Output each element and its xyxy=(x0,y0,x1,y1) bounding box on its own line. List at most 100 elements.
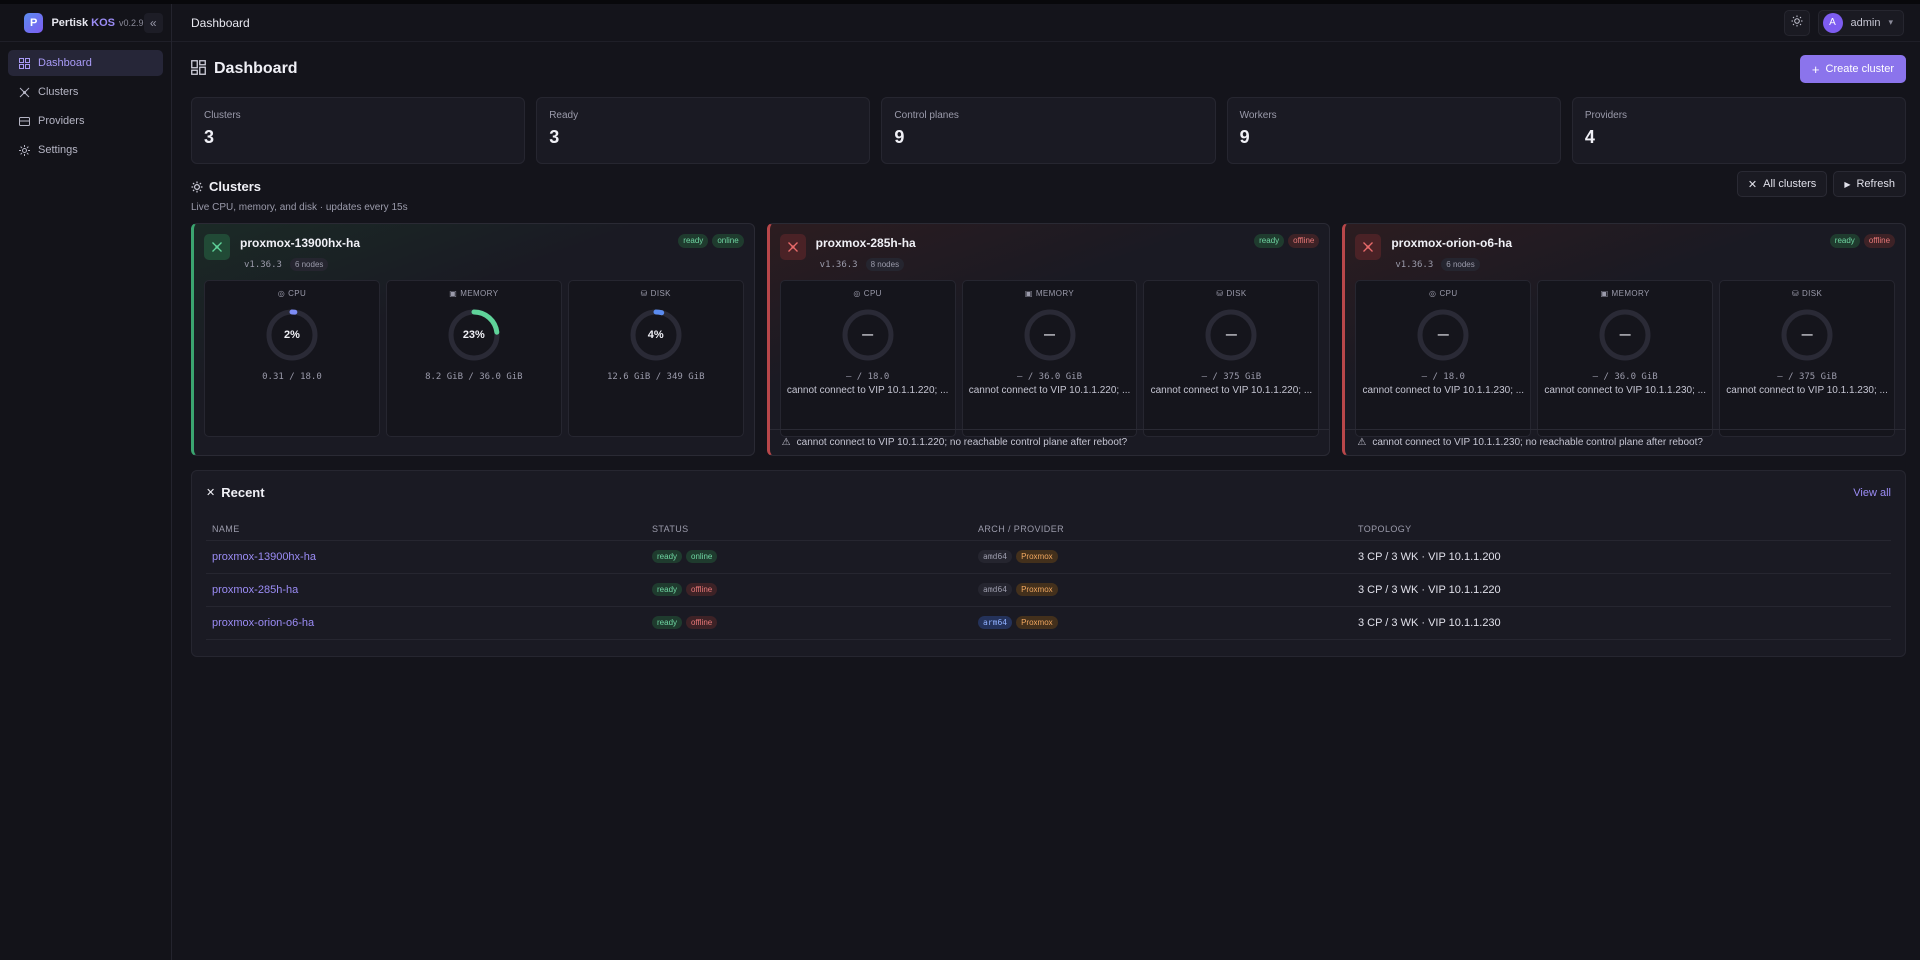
cpu-icon: ◎ xyxy=(853,289,861,298)
cluster-card[interactable]: proxmox-13900hx-ha v1.36.3 6 nodes ready… xyxy=(191,223,755,456)
topbar: Dashboard A admin ▾ xyxy=(172,4,1920,42)
chevrons-left-icon: « xyxy=(149,15,157,30)
provider-badge: Proxmox xyxy=(1016,550,1058,563)
metric-label: CPU xyxy=(1439,289,1458,298)
sidebar-item-settings[interactable]: Settings xyxy=(8,137,163,163)
metric-value: 2% xyxy=(283,329,300,341)
column-header-topology[interactable]: TOPOLOGY xyxy=(1352,518,1891,541)
sidebar-item-label: Dashboard xyxy=(38,57,92,69)
table-row[interactable]: proxmox-orion-o6-ha ready offline arm64 … xyxy=(206,606,1891,640)
all-clusters-button[interactable]: ✕ All clusters xyxy=(1736,171,1828,197)
metric-usage: — / 36.0 GiB xyxy=(1592,372,1658,382)
cluster-link[interactable]: proxmox-285h-ha xyxy=(212,584,298,596)
arch-badge: amd64 xyxy=(978,550,1013,563)
metric-donut: — xyxy=(1202,306,1260,364)
column-header-arch-provider[interactable]: ARCH / PROVIDER xyxy=(972,518,1352,541)
metric-cpu: ◎ CPU — — / 18.0 cannot connect to VIP 1… xyxy=(779,280,956,437)
metric-label-wrap: ◎ CPU xyxy=(1356,289,1530,298)
disk-icon: ⛁ xyxy=(640,289,648,298)
table-header-row: NAME STATUS ARCH / PROVIDER TOPOLOGY xyxy=(206,518,1891,541)
metric-error: cannot connect to VIP 10.1.1.220; ... xyxy=(786,385,949,396)
arch-badge: amd64 xyxy=(978,583,1013,596)
disk-icon: ⛁ xyxy=(1791,289,1799,298)
connection-badge: online xyxy=(712,234,744,248)
refresh-button[interactable]: ▶ Refresh xyxy=(1833,171,1906,197)
metric-label-wrap: ▣ MEMORY xyxy=(963,289,1137,298)
clusters-section-subtitle: Live CPU, memory, and disk · updates eve… xyxy=(191,202,408,213)
metric-value: 4% xyxy=(647,329,664,341)
collapse-sidebar-button[interactable]: « xyxy=(143,12,163,33)
table-row[interactable]: proxmox-285h-ha ready offline amd64 Prox… xyxy=(206,573,1891,607)
stat-card-workers: Workers 9 xyxy=(1226,97,1561,164)
status-badge: ready xyxy=(652,583,683,596)
cluster-link[interactable]: proxmox-13900hx-ha xyxy=(212,551,316,563)
cluster-name[interactable]: proxmox-13900hx-ha xyxy=(240,236,360,250)
node-count-badge: 6 nodes xyxy=(1441,258,1480,271)
clusters-section-header: Clusters Live CPU, memory, and disk · up… xyxy=(191,171,1906,213)
metric-usage: 8.2 GiB / 36.0 GiB xyxy=(425,372,523,382)
table-row[interactable]: proxmox-13900hx-ha ready online amd64 Pr… xyxy=(206,540,1891,574)
sidebar-item-dashboard[interactable]: Dashboard xyxy=(8,50,163,76)
stat-value: 3 xyxy=(549,127,560,147)
create-cluster-label: Create cluster xyxy=(1825,63,1894,75)
cluster-card[interactable]: proxmox-orion-o6-ha v1.36.3 6 nodes read… xyxy=(1342,223,1907,456)
status-badge: ready xyxy=(1254,234,1285,248)
cluster-warning: ⚠ cannot connect to VIP 10.1.1.230; no re… xyxy=(1345,429,1906,455)
refresh-label: Refresh xyxy=(1856,178,1895,190)
status-badge: ready xyxy=(652,616,683,629)
cluster-cards: proxmox-13900hx-ha v1.36.3 6 nodes ready… xyxy=(191,223,1907,456)
metric-disk: ⛁ DISK — — / 375 GiB cannot connect to V… xyxy=(1143,280,1320,437)
sidebar-item-label: Clusters xyxy=(38,86,79,98)
stat-card-ready: Ready 3 xyxy=(536,97,871,164)
metric-label-wrap: ⛁ DISK xyxy=(569,289,743,298)
dashboard-icon xyxy=(191,60,206,78)
metric-cpu: ◎ CPU — — / 18.0 cannot connect to VIP 1… xyxy=(1355,280,1532,437)
metric-error: cannot connect to VIP 10.1.1.230; ... xyxy=(1362,385,1525,396)
recent-table-body: proxmox-13900hx-ha ready online amd64 Pr… xyxy=(206,540,1891,640)
cluster-warning-text: cannot connect to VIP 10.1.1.220; no rea… xyxy=(796,437,1128,448)
cluster-name[interactable]: proxmox-orion-o6-ha xyxy=(1391,236,1512,250)
metric-label-wrap: ◎ CPU xyxy=(205,289,379,298)
theme-toggle-button[interactable] xyxy=(1783,9,1810,36)
metric-usage: — / 18.0 xyxy=(1421,372,1465,382)
main-content: Dashboard + Create cluster Clusters 3 Re… xyxy=(191,55,1907,657)
metric-label: DISK xyxy=(1801,289,1823,298)
metric-value: — xyxy=(1225,329,1237,341)
sidebar-item-label: Settings xyxy=(38,144,78,156)
metric-label: MEMORY xyxy=(1611,289,1650,298)
metric-error: cannot connect to VIP 10.1.1.220; ... xyxy=(1150,385,1313,396)
stat-label: Providers xyxy=(1584,110,1628,121)
metric-label: DISK xyxy=(650,289,671,298)
memory-icon: ▣ xyxy=(1600,289,1609,298)
connection-badge: offline xyxy=(1863,234,1896,248)
warning-icon: ⚠ xyxy=(1357,437,1367,448)
cluster-metrics: ◎ CPU 2% 0.31 / 18.0 ▣ MEMORY 23% 8.2 Gi… xyxy=(194,280,754,437)
topology-cell: 3 CP / 3 WK · VIP 10.1.1.200 xyxy=(1352,540,1891,574)
recent-header: ✕ Recent View all xyxy=(206,485,1891,500)
stat-card-providers: Providers 4 xyxy=(1571,97,1907,164)
column-header-status[interactable]: STATUS xyxy=(646,518,972,541)
sidebar-item-clusters[interactable]: Clusters xyxy=(8,79,163,105)
cpu-icon: ◎ xyxy=(1429,289,1437,298)
all-clusters-label: All clusters xyxy=(1763,178,1817,190)
cluster-card[interactable]: proxmox-285h-ha v1.36.3 8 nodes ready of… xyxy=(766,223,1331,456)
page-title: Dashboard xyxy=(214,60,298,77)
brand-version: v0.2.9 xyxy=(119,17,144,28)
status-badge: ready xyxy=(652,550,683,563)
metric-error: cannot connect to VIP 10.1.1.230; ... xyxy=(1544,385,1706,396)
view-all-link[interactable]: View all xyxy=(1853,487,1891,499)
memory-icon: ▣ xyxy=(1024,289,1033,298)
column-header-name[interactable]: NAME xyxy=(206,518,646,541)
metric-disk: ⛁ DISK — — / 375 GiB cannot connect to V… xyxy=(1719,280,1896,437)
sidebar-item-providers[interactable]: Providers xyxy=(8,108,163,134)
metric-memory: ▣ MEMORY 23% 8.2 GiB / 36.0 GiB xyxy=(385,280,562,437)
recent-table: NAME STATUS ARCH / PROVIDER TOPOLOGY pro… xyxy=(206,518,1891,640)
user-menu-button[interactable]: A admin ▾ xyxy=(1817,9,1904,36)
connection-badge: offline xyxy=(686,616,718,629)
connection-badge: offline xyxy=(1288,234,1320,248)
cluster-link[interactable]: proxmox-orion-o6-ha xyxy=(212,617,314,629)
cluster-name[interactable]: proxmox-285h-ha xyxy=(816,236,916,250)
cluster-version: v1.36.3 xyxy=(1395,259,1434,270)
create-cluster-button[interactable]: + Create cluster xyxy=(1799,55,1906,83)
cluster-warning-text: cannot connect to VIP 10.1.1.230; no rea… xyxy=(1372,437,1703,448)
